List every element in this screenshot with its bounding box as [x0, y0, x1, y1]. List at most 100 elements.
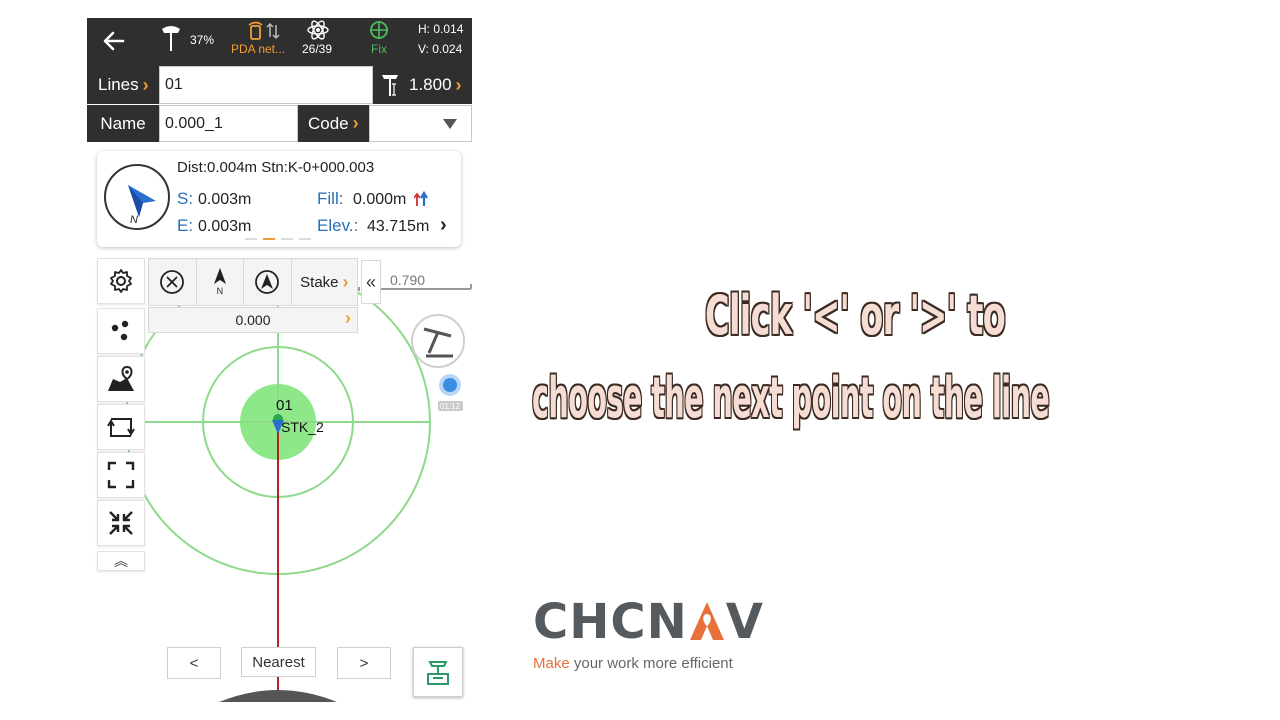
chevron-right-icon: ›	[142, 74, 149, 95]
code-label: Code	[308, 113, 349, 133]
stake-label: Stake	[300, 273, 339, 291]
dropdown-arrow-icon	[443, 118, 457, 129]
next-point-button[interactable]: >	[337, 647, 391, 679]
collapse-panel-button[interactable]: «	[361, 260, 381, 304]
pole-height-button[interactable]: 1.800 ›	[373, 66, 472, 104]
target-label: STK_2	[281, 419, 324, 435]
chevron-right-icon: ›	[455, 74, 462, 95]
collapse-glyph: «	[365, 271, 376, 292]
north-up-button[interactable]: N	[197, 259, 245, 305]
chevron-right-icon: ›	[345, 308, 351, 328]
receiver-icon	[162, 26, 180, 51]
navigation-button[interactable]	[244, 259, 292, 305]
phone-app: 37% PDA net... 26/39 Fix H: 0.014 V: 0.0…	[87, 18, 472, 702]
network-icon	[248, 21, 280, 40]
back-arrow-icon[interactable]	[101, 28, 127, 54]
fill-arrow-icon	[414, 191, 428, 206]
name-label: Name	[100, 113, 146, 133]
tagline-rest: your work more efficient	[569, 655, 733, 672]
compass-north-label: N	[130, 214, 138, 226]
swap-icon	[107, 418, 135, 437]
satellite-count: 26/39	[301, 42, 333, 56]
h-precision: H: 0.014	[418, 22, 464, 36]
points-icon	[111, 320, 129, 341]
name-value: 0.000_1	[165, 114, 223, 132]
e-label: E:	[177, 216, 194, 235]
stake-info-card[interactable]: N Dist:0.004m Stn:K-0+000.003 S: 0.003m …	[97, 151, 461, 247]
full-extent-button[interactable]	[97, 452, 145, 498]
lines-label: Lines	[98, 75, 139, 94]
expand-toolbar-button[interactable]: ︽	[97, 551, 145, 571]
map-layers-button[interactable]	[97, 356, 145, 402]
name-input[interactable]: 0.000_1	[159, 105, 298, 142]
gear-icon	[110, 269, 132, 293]
distance-row[interactable]: 0.000 ›	[148, 307, 358, 333]
north-arrow-icon	[213, 268, 226, 284]
navigation-icon	[255, 270, 280, 294]
next-label: >	[359, 654, 369, 672]
stake-toolbar: N Stake ›	[148, 258, 358, 306]
scale-value: 0.790	[390, 272, 425, 288]
fix-status: Fix	[371, 42, 387, 56]
dist-station-text: Dist:0.004m Stn:K-0+000.003	[177, 159, 375, 176]
north-label: N	[216, 286, 224, 296]
elev-value: 43.715m	[367, 218, 430, 235]
battery-percent: 37%	[190, 33, 215, 47]
pole-height-value: 1.800	[409, 75, 452, 94]
close-circle-icon	[160, 270, 185, 294]
chevron-right-icon: ›	[352, 113, 359, 133]
name-label-cell: Name	[87, 105, 159, 142]
map-pin-icon	[108, 365, 134, 391]
points-button[interactable]	[97, 308, 145, 354]
switch-direction-button[interactable]	[97, 404, 145, 450]
logo-text-left: CHCN	[533, 594, 688, 650]
cancel-button[interactable]	[149, 259, 197, 305]
previous-point-button[interactable]: <	[167, 647, 221, 679]
distance-value: 0.000	[235, 312, 271, 328]
code-selector[interactable]: Code ›	[298, 105, 369, 142]
zoom-fit-button[interactable]	[97, 500, 145, 546]
fill-value: 0.000m	[353, 191, 407, 208]
status-bar: 37% PDA net... 26/39 Fix H: 0.014 V: 0.0…	[87, 18, 472, 66]
fullscreen-icon	[107, 461, 135, 489]
bottom-arc	[219, 690, 337, 702]
chcnav-logo: CHCN V	[533, 594, 764, 650]
lines-value: 01	[165, 76, 183, 93]
timer-label: 01:12	[440, 402, 461, 411]
point-label: 01	[276, 397, 293, 414]
prev-label: <	[189, 654, 199, 672]
s-value: 0.003m	[198, 191, 252, 208]
stake-button[interactable]: Stake ›	[292, 259, 357, 305]
logo-a-pin-icon	[689, 602, 724, 640]
chevron-right-icon: ›	[342, 271, 349, 292]
logo-text-right: V	[725, 594, 764, 650]
fill-label: Fill:	[317, 189, 344, 208]
elev-label: Elev.:	[317, 216, 359, 235]
screen: 37% PDA net... 26/39 Fix H: 0.014 V: 0.0…	[0, 0, 1280, 720]
e-value: 0.003m	[198, 218, 252, 235]
lines-input[interactable]: 01	[159, 66, 373, 104]
nearest-point-button[interactable]: Nearest	[241, 647, 316, 677]
compass-icon: N	[104, 164, 170, 230]
stake-point-button[interactable]	[413, 647, 463, 697]
brand-tagline: Make your work more efficient	[533, 655, 733, 672]
nearest-label: Nearest	[252, 653, 305, 671]
v-precision: V: 0.024	[418, 42, 463, 56]
chevron-up-icon: ︽	[114, 553, 128, 569]
fix-crosshair-icon	[370, 21, 388, 39]
chevron-right-icon[interactable]: ›	[440, 214, 447, 237]
network-label: PDA net...	[230, 42, 286, 56]
lines-selector[interactable]: Lines ›	[87, 66, 159, 104]
code-dropdown[interactable]	[369, 105, 472, 142]
shrink-icon	[109, 511, 133, 535]
satellite-icon	[307, 20, 329, 40]
record-dot	[443, 378, 457, 392]
pole-tilt-button[interactable]	[411, 314, 465, 368]
stake-survey-icon	[427, 661, 449, 685]
instruction-line-2: choose the next point on the line	[532, 366, 1050, 431]
pole-icon	[382, 75, 398, 96]
instruction-line-1: Click '<' or '>' to	[705, 284, 1006, 347]
tagline-make: Make	[533, 655, 570, 672]
s-label: S:	[177, 189, 194, 208]
settings-button[interactable]	[97, 258, 145, 304]
